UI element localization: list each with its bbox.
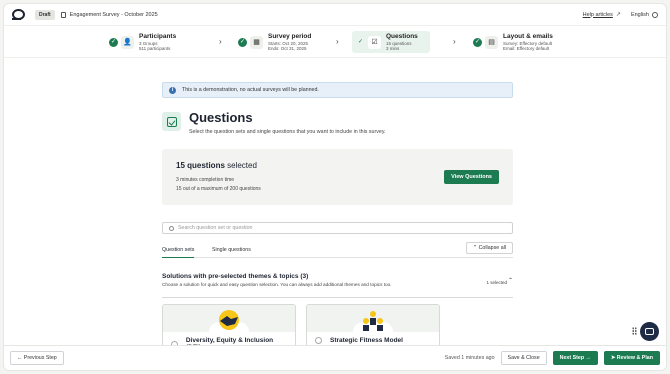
card-radio[interactable] (315, 337, 322, 344)
arrow-left-icon: ← (17, 355, 24, 361)
chevron-right-icon: › (219, 37, 222, 46)
tab-question-sets[interactable]: Question sets (162, 247, 195, 258)
check-icon: ✓ (473, 37, 482, 47)
search-icon (169, 225, 174, 231)
search-field[interactable]: Search question set or question (162, 222, 513, 234)
step-layout-emails[interactable]: ✓ ▤ Layout & emails Survey: Effectory de… (473, 31, 553, 53)
save-status: Saved 1 minutes ago (444, 355, 495, 361)
drag-handle-icon[interactable] (632, 327, 637, 335)
page-description: Select the question sets and single ques… (189, 129, 386, 135)
step-title: Layout & emails (503, 32, 553, 40)
selection-summary: 15 questions selected 3 minutes completi… (162, 149, 513, 205)
participants-icon: 👤 (121, 35, 134, 49)
collapse-all-label: Collapse all (478, 245, 506, 251)
view-questions-button[interactable]: View Questions (444, 170, 499, 184)
main-content: i This is a demonstration, no actual sur… (4, 59, 666, 346)
step-participants[interactable]: ✓ 👤 Participants 3 Groups 511 participan… (109, 31, 176, 53)
chevron-right-icon: › (336, 37, 339, 46)
step-title: Survey period (268, 32, 312, 40)
document-icon (60, 11, 66, 18)
arrow-right-icon: → (584, 355, 591, 361)
question-count: 15 questions selected (176, 161, 499, 170)
search-input[interactable]: Search question set or question (178, 225, 253, 231)
solution-card-strategic-fitness[interactable]: Strategic Fitness Model (306, 304, 440, 346)
card-title: Strategic Fitness Model (330, 337, 403, 344)
previous-step-button[interactable]: ← Previous Step (10, 351, 64, 365)
external-link-icon: ↗ (615, 12, 621, 18)
team-icon (363, 311, 383, 331)
check-icon: ✓ (357, 38, 364, 45)
demo-notice: i This is a demonstration, no actual sur… (162, 82, 513, 98)
next-step-label: Next Step (559, 355, 585, 361)
solutions-section-header[interactable]: Solutions with pre-selected themes & top… (162, 273, 513, 298)
section-title: Solutions with pre-selected themes & top… (162, 273, 309, 280)
tab-bar: Question sets Single questions ⌃ Collaps… (162, 242, 513, 258)
section-description: Choose a solution for quick and easy que… (162, 282, 392, 287)
page-header: Questions Select the question sets and s… (162, 110, 513, 138)
status-badge: Draft (35, 9, 55, 20)
bottom-bar: ← Previous Step Saved 1 minutes ago Save… (4, 345, 666, 370)
solution-card-dei[interactable]: Diversity, Equity & Inclusion (DEI) (162, 304, 296, 346)
language-selector[interactable]: English (631, 12, 649, 18)
check-icon: ✓ (238, 37, 247, 47)
chat-button[interactable] (640, 322, 659, 341)
step-detail: 511 participants (139, 45, 171, 51)
previous-step-label: Previous Step (23, 355, 57, 361)
tab-single-questions[interactable]: Single questions (212, 247, 251, 253)
chevron-right-icon: › (453, 37, 456, 46)
review-plan-label: Review & Plan (616, 355, 653, 361)
help-articles-link[interactable]: Help articles (583, 12, 613, 18)
next-step-button[interactable]: Next Step → (552, 351, 598, 365)
chevron-up-icon[interactable]: ⌃ (508, 277, 513, 284)
save-close-button[interactable]: Save & Close (500, 351, 547, 365)
collapse-all-button[interactable]: ⌃ Collapse all (465, 242, 513, 254)
handshake-icon (219, 310, 239, 330)
survey-title: Engagement Survey - October 2025 (69, 11, 158, 18)
calendar-icon: ▦ (250, 35, 263, 49)
questions-checkbox-icon (162, 112, 181, 131)
top-bar: Draft Engagement Survey - October 2025 H… (4, 4, 666, 26)
step-title: Participants (139, 32, 177, 40)
globe-icon[interactable] (652, 11, 658, 18)
step-survey-period[interactable]: ✓ ▦ Survey period Starts: Oct 20, 2025 E… (238, 31, 311, 53)
wizard-stepper: ✓ 👤 Participants 3 Groups 511 participan… (4, 26, 666, 58)
check-icon: ✓ (109, 37, 118, 47)
step-detail: Ends: Oct 31, 2025 (268, 45, 307, 51)
step-detail: Email: Effectory default (503, 45, 550, 51)
step-questions[interactable]: ✓ ☑ Questions 15 questions 3 mins (352, 31, 430, 53)
notice-text: This is a demonstration, no actual surve… (182, 87, 319, 93)
checkbox-icon: ☑ (368, 35, 381, 49)
review-plan-button[interactable]: ➤ Review & Plan (603, 351, 660, 365)
chat-bubble-icon (645, 328, 654, 335)
app-frame: Draft Engagement Survey - October 2025 H… (3, 3, 667, 371)
layout-icon: ▤ (485, 35, 498, 49)
step-detail: 3 mins (386, 45, 400, 51)
selected-count: 1 selected (486, 280, 507, 285)
question-count-suffix: selected (224, 161, 257, 170)
question-count-value: 15 questions (176, 161, 225, 170)
info-icon: i (169, 86, 176, 94)
page-title: Questions (189, 110, 253, 125)
logo-icon[interactable] (12, 9, 25, 20)
question-limit: 15 out of a maximum of 200 questions (176, 186, 261, 192)
step-title: Questions (386, 32, 418, 40)
